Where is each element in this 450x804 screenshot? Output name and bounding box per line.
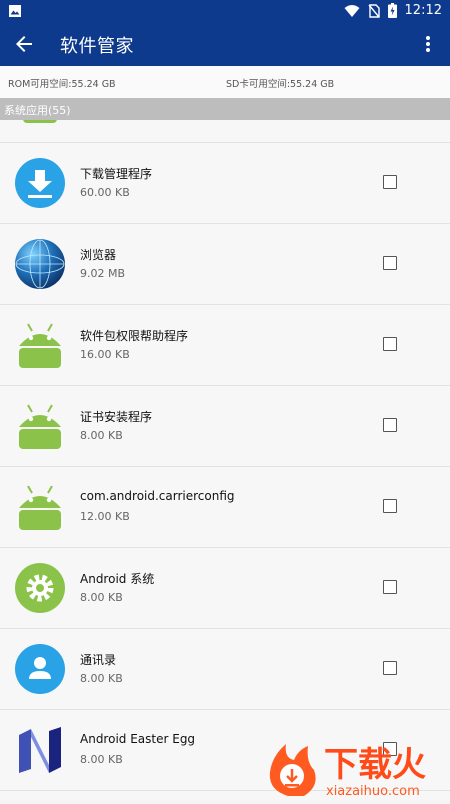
android-icon [19, 323, 61, 368]
battery-charging-icon [387, 3, 397, 18]
arrow-back-icon[interactable] [12, 32, 36, 56]
select-checkbox[interactable] [383, 661, 397, 675]
watermark-logo: 下载火 xiazaihuo.com [269, 744, 426, 799]
list-item[interactable]: 通讯录 8.00 KB [0, 629, 450, 710]
app-size: 8.00 KB [80, 672, 123, 685]
storage-info: ROM可用空间:55.24 GB SD卡可用空间:55.24 GB [0, 66, 450, 99]
more-vert-icon[interactable] [416, 32, 440, 56]
app-size: 8.00 KB [80, 429, 123, 442]
wifi-icon [344, 4, 360, 17]
list-item[interactable]: com.android.carrierconfig 12.00 KB [0, 467, 450, 548]
app-size: 16.00 KB [80, 348, 130, 361]
nougat-icon [19, 727, 61, 773]
watermark-text: 下载火 [324, 745, 426, 785]
app-name: 浏览器 [80, 248, 117, 262]
select-checkbox[interactable] [383, 580, 397, 594]
select-checkbox[interactable] [383, 418, 397, 432]
sd-space-text: SD卡可用空间:55.24 GB [226, 79, 335, 90]
section-title: 系统应用(55) [4, 104, 71, 117]
app-name: 下载管理程序 [80, 167, 153, 181]
image-icon [9, 5, 21, 17]
no-sim-icon [367, 3, 380, 18]
list-item[interactable]: 软件包权限帮助程序 16.00 KB [0, 305, 450, 386]
list-item[interactable]: 下载管理程序 60.00 KB [0, 143, 450, 224]
watermark-url: xiazaihuo.com [326, 784, 420, 799]
contacts-icon [15, 644, 65, 694]
app-size: 8.00 KB [80, 591, 123, 604]
select-checkbox[interactable] [383, 256, 397, 270]
status-bar: 12:12 [0, 0, 450, 22]
app-name: 软件包权限帮助程序 [80, 329, 189, 343]
app-name: 通讯录 [80, 653, 117, 667]
list-item[interactable]: 证书安装程序 8.00 KB [0, 386, 450, 467]
android-icon [19, 485, 61, 530]
status-time: 12:12 [404, 3, 442, 18]
rom-space-text: ROM可用空间:55.24 GB [8, 79, 116, 90]
app-name: com.android.carrierconfig [80, 489, 235, 503]
download-icon [15, 158, 65, 208]
settings-gear-icon [15, 563, 65, 613]
globe-icon [15, 239, 65, 289]
select-checkbox[interactable] [383, 337, 397, 351]
app-size: 9.02 MB [80, 267, 126, 280]
app-list[interactable]: 下载管理程序 60.00 KB 浏览器 9.02 MB 软件包权限帮助程序 16… [0, 120, 450, 800]
section-header: 系统应用(55) [0, 98, 450, 120]
page-title: 软件管家 [60, 36, 134, 57]
android-icon [19, 404, 61, 449]
list-item[interactable]: Android 系统 8.00 KB [0, 548, 450, 629]
watermark: 下载火 xiazaihuo.com [264, 738, 450, 800]
app-size: 12.00 KB [80, 510, 130, 523]
list-item-partial[interactable] [0, 120, 450, 143]
select-checkbox[interactable] [383, 175, 397, 189]
android-icon [23, 120, 57, 123]
app-name: Android 系统 [80, 572, 155, 586]
select-checkbox[interactable] [383, 499, 397, 513]
list-item[interactable]: 浏览器 9.02 MB [0, 224, 450, 305]
app-bar: 软件管家 [0, 22, 450, 66]
app-size: 60.00 KB [80, 186, 130, 199]
app-name: Android Easter Egg [80, 732, 196, 746]
app-name: 证书安装程序 [80, 410, 153, 424]
app-size: 8.00 KB [80, 753, 123, 766]
